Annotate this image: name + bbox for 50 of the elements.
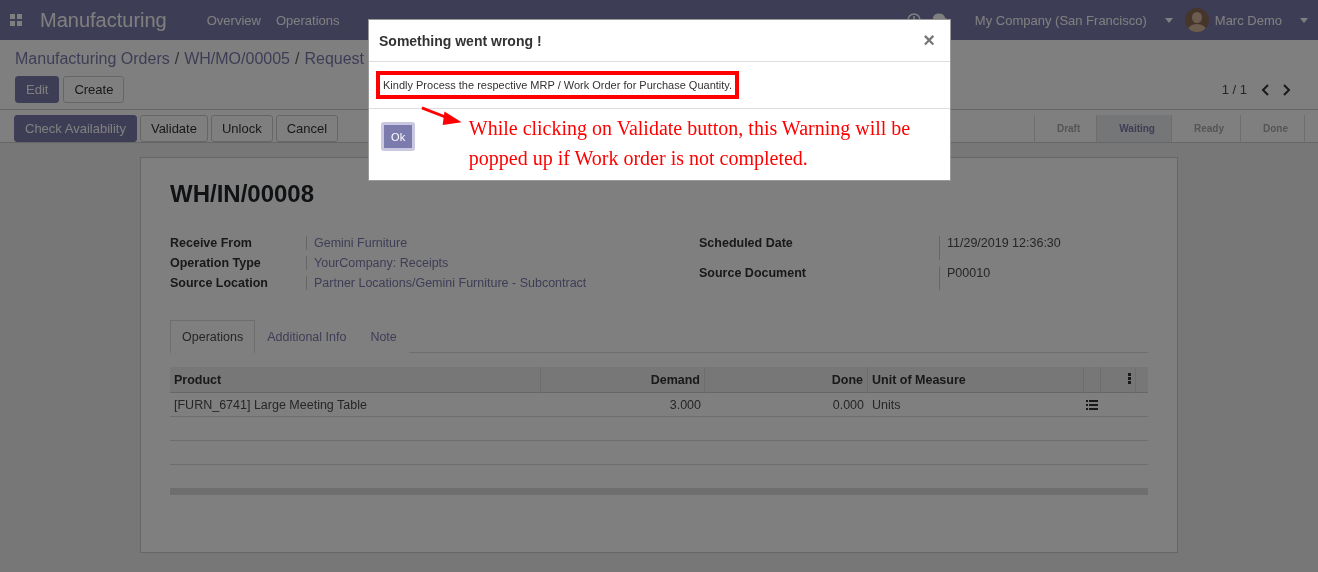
column-header[interactable]: Unit of Measure <box>868 367 1084 393</box>
record-title: WH/IN/00008 <box>170 180 316 208</box>
menu-item[interactable]: Operations <box>275 12 340 28</box>
dialog-title: Something went wrong ! <box>379 32 542 49</box>
action-button[interactable]: Cancel <box>275 115 339 142</box>
action-button[interactable]: Check Availability <box>14 115 137 142</box>
table-cell-text: Units <box>871 397 902 414</box>
column-header[interactable]: Demand <box>541 367 705 393</box>
notebook-tab[interactable]: Operations <box>170 320 256 353</box>
field-link[interactable]: YourCompany: Receipts <box>306 256 619 270</box>
ok-button[interactable]: Ok <box>381 122 416 151</box>
table-cell-text: 3.000 <box>668 397 702 414</box>
field-label: Receive From <box>170 236 253 250</box>
previous-icon[interactable] <box>1261 83 1269 96</box>
user-menu[interactable]: Marc Demo <box>1214 12 1282 28</box>
create-button[interactable]: Create <box>63 76 125 103</box>
menu-item[interactable]: Overview <box>206 12 261 28</box>
field-label: Scheduled Date <box>699 236 794 252</box>
field-label: Operation Type <box>170 256 262 270</box>
pager-value: 1 / 1 <box>1221 82 1247 97</box>
column-header[interactable]: Done <box>705 367 868 393</box>
caret-icon[interactable] <box>1164 17 1173 23</box>
close-button[interactable]: × <box>918 29 940 52</box>
field-value: P00010 <box>939 266 1148 290</box>
column-header[interactable]: Product <box>170 367 541 393</box>
error-message: Kindly Process the respective MRP / Work Order for Purchase Quantity. <box>376 71 740 99</box>
edit-button[interactable]: Edit <box>15 76 60 103</box>
caret-icon[interactable] <box>1300 17 1308 23</box>
field-label: Source Location <box>170 276 269 290</box>
field-value: 11/29/2019 12:36:30 <box>939 236 1148 260</box>
list-icon[interactable] <box>1086 400 1098 410</box>
kebab-icon[interactable] <box>1128 373 1131 384</box>
arrow-icon <box>421 105 463 127</box>
action-button[interactable]: Unlock <box>210 115 273 142</box>
status-step[interactable]: Waiting <box>1097 115 1172 142</box>
breadcrumb-separator: / <box>295 50 300 68</box>
field-label: Source Document <box>699 266 807 282</box>
breadcrumb-link[interactable]: WH/MO/00005 <box>184 50 290 68</box>
company-switcher[interactable]: My Company (San Francisco) <box>974 12 1147 28</box>
breadcrumb-separator: / <box>174 50 180 68</box>
table-cell-text: 0.000 <box>831 397 865 414</box>
action-button[interactable]: Validate <box>139 115 208 142</box>
app-name: Manufacturing <box>40 8 167 32</box>
field-link[interactable]: Partner Locations/Gemini Furniture - Subcontract <box>306 276 619 290</box>
field-link[interactable]: Gemini Furniture <box>306 236 619 250</box>
apps-menu-icon[interactable] <box>10 14 22 26</box>
annotation-text: While clicking on Validate button, this Warning will be popped up if Work order is not completed. <box>468 116 912 172</box>
table-cell-text: [FURN_6741] Large Meeting Table <box>173 397 368 414</box>
breadcrumb-link[interactable]: Manufacturing Orders <box>15 50 170 68</box>
next-icon[interactable] <box>1283 83 1291 96</box>
